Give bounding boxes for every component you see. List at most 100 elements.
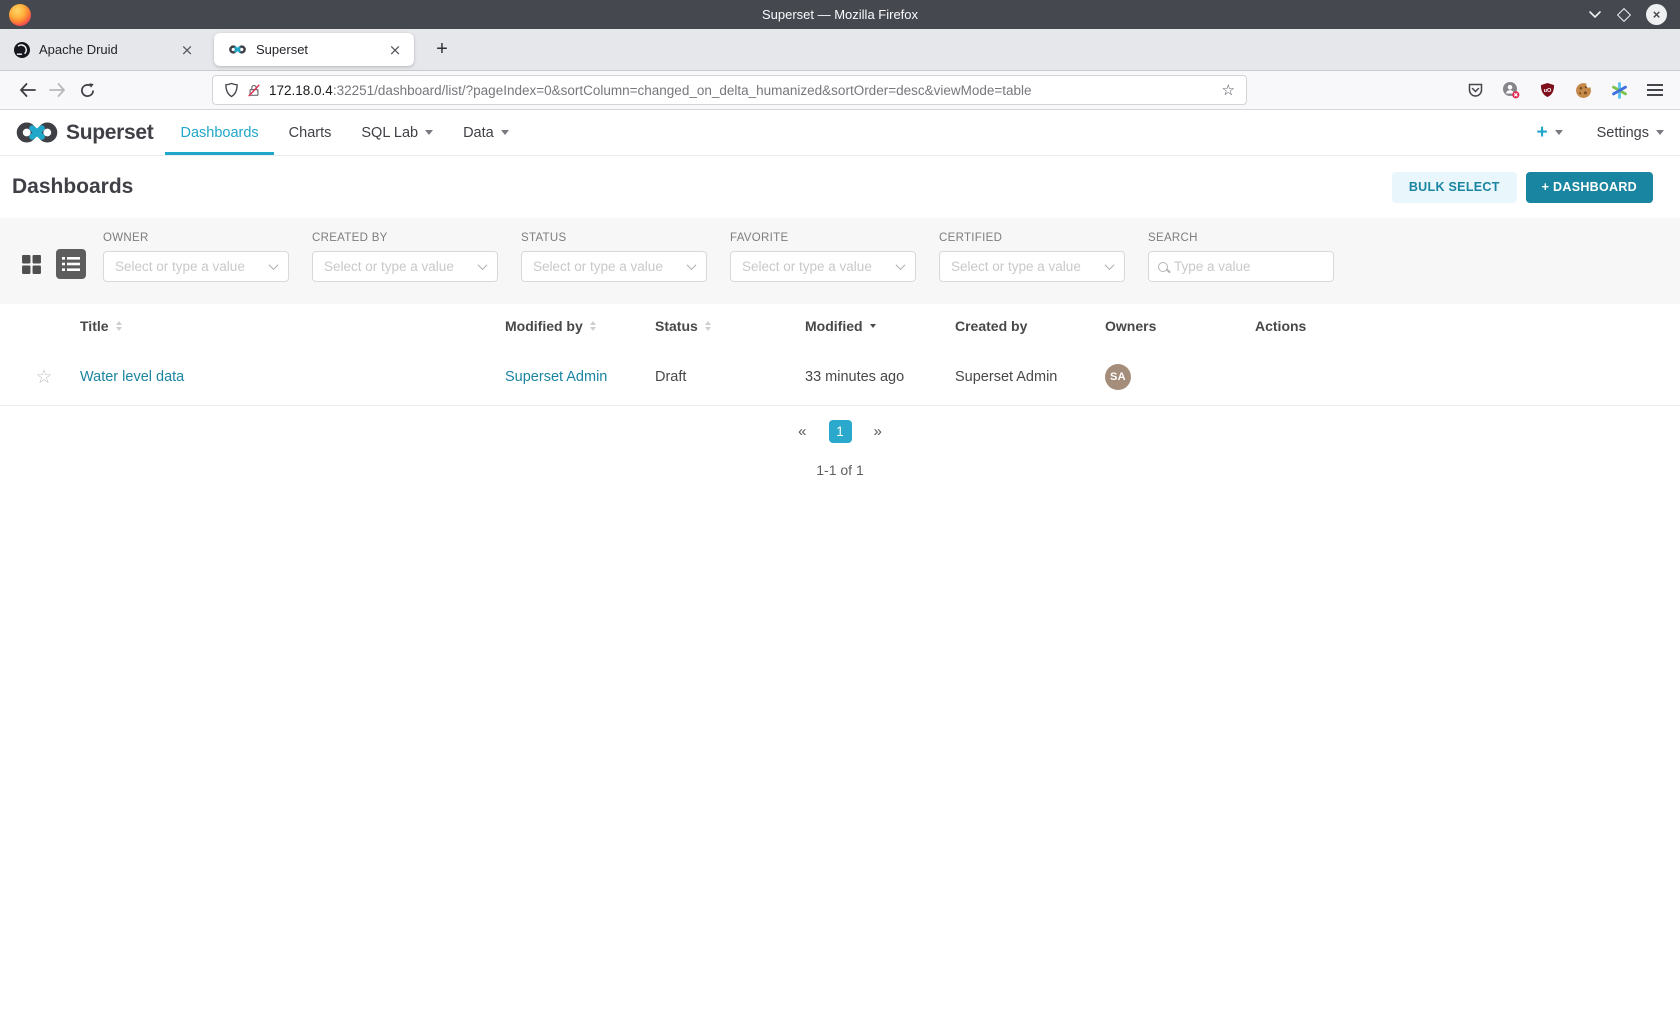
chevron-down-icon [687, 260, 697, 270]
tab-superset[interactable]: Superset × [214, 33, 414, 66]
modified-by-link[interactable]: Superset Admin [505, 369, 607, 385]
reload-button[interactable] [72, 75, 102, 105]
sort-icons[interactable] [705, 321, 711, 331]
column-header-actions: Actions [1247, 318, 1664, 334]
chevron-down-icon [1656, 130, 1664, 135]
certified-select[interactable]: Select or type a value [939, 251, 1125, 282]
pagination-prev-button[interactable]: « [798, 423, 806, 440]
bulk-select-button[interactable]: BULK SELECT [1392, 172, 1517, 203]
back-button[interactable] [12, 75, 42, 105]
sort-desc-icon[interactable] [870, 324, 876, 328]
url-bar[interactable]: 172.18.0.4 :32251/dashboard/list/?pageIn… [212, 75, 1247, 105]
window-title: Superset — Mozilla Firefox [0, 7, 1680, 22]
table-header-row: Title Modified by Status Modified Create… [0, 304, 1680, 348]
cell-created-by: Superset Admin [947, 369, 1097, 385]
superset-header: Superset Dashboards Charts SQL Lab Data … [0, 110, 1680, 156]
cell-owners: SA [1097, 364, 1247, 390]
filter-status: STATUS Select or type a value [521, 232, 707, 304]
ublock-origin-icon[interactable]: uO [1536, 79, 1558, 101]
superset-favicon-icon [228, 44, 247, 55]
browser-toolbar: 172.18.0.4 :32251/dashboard/list/?pageIn… [0, 71, 1680, 110]
new-item-menu[interactable]: + [1536, 122, 1562, 144]
column-header-status[interactable]: Status [647, 318, 797, 334]
filter-favorite: FAVORITE Select or type a value [730, 232, 916, 304]
insecure-lock-icon[interactable] [247, 83, 261, 98]
card-view-toggle[interactable] [16, 249, 46, 279]
column-header-title[interactable]: Title [72, 318, 497, 334]
tracking-shield-icon[interactable] [224, 82, 239, 98]
cell-title: Water level data [72, 369, 497, 385]
nav-item-data[interactable]: Data [448, 110, 524, 155]
forward-button[interactable] [42, 75, 72, 105]
filter-created-by: CREATED BY Select or type a value [312, 232, 498, 304]
nav-item-sql-lab[interactable]: SQL Lab [346, 110, 448, 155]
search-input[interactable] [1174, 259, 1324, 274]
list-icon [62, 256, 80, 272]
tab-close-icon[interactable]: × [385, 40, 405, 60]
add-dashboard-button[interactable]: + DASHBOARD [1526, 172, 1653, 203]
dashboards-table: Title Modified by Status Modified Create… [0, 304, 1680, 406]
druid-favicon-icon [14, 42, 30, 58]
main-navigation: Dashboards Charts SQL Lab Data [165, 110, 523, 155]
cell-modified: 33 minutes ago [797, 369, 947, 385]
pagination-page-1[interactable]: 1 [829, 420, 852, 443]
nav-item-charts[interactable]: Charts [274, 110, 347, 155]
url-path: :32251/dashboard/list/?pageIndex=0&sortC… [333, 83, 1214, 98]
favorite-select[interactable]: Select or type a value [730, 251, 916, 282]
created-by-select[interactable]: Select or type a value [312, 251, 498, 282]
chevron-down-icon [478, 260, 488, 270]
svg-text:uO: uO [1543, 88, 1551, 94]
dashboard-link[interactable]: Water level data [80, 369, 184, 385]
pagination: « 1 » [0, 420, 1680, 443]
chevron-down-icon [501, 130, 509, 135]
search-icon [1158, 262, 1168, 272]
cookie-extension-icon[interactable] [1572, 79, 1594, 101]
superset-logo[interactable]: Superset [14, 120, 153, 145]
chevron-down-icon [896, 260, 906, 270]
owner-select[interactable]: Select or type a value [103, 251, 289, 282]
filter-search: SEARCH [1148, 232, 1334, 304]
column-header-modified[interactable]: Modified [797, 318, 947, 334]
column-header-modified-by[interactable]: Modified by [497, 318, 647, 334]
window-maximize-button[interactable] [1617, 7, 1631, 21]
window-close-button[interactable]: × [1646, 4, 1667, 25]
browser-tab-bar: Apache Druid × Superset × + [0, 29, 1680, 71]
cell-status: Draft [647, 369, 797, 385]
status-select[interactable]: Select or type a value [521, 251, 707, 282]
grid-icon [21, 254, 42, 275]
chevron-down-icon [425, 130, 433, 135]
table-row: ☆ Water level data Superset Admin Draft … [0, 348, 1680, 406]
extension-asterisk-icon[interactable] [1608, 79, 1630, 101]
bookmark-star-icon[interactable]: ☆ [1222, 81, 1235, 99]
menu-hamburger-icon[interactable] [1644, 79, 1666, 101]
filter-bar: OWNER Select or type a value CREATED BY … [0, 218, 1680, 304]
list-view-toggle[interactable] [56, 249, 86, 279]
settings-menu[interactable]: Settings [1597, 125, 1664, 141]
window-minimize-button[interactable] [1588, 6, 1602, 24]
chevron-down-icon [1105, 260, 1115, 270]
filter-owner: OWNER Select or type a value [103, 232, 289, 304]
column-header-owners: Owners [1097, 318, 1247, 334]
chevron-down-icon [269, 260, 279, 270]
browser-titlebar: Superset — Mozilla Firefox × [0, 0, 1680, 29]
containers-extension-icon[interactable] [1500, 79, 1522, 101]
page-header: Dashboards BULK SELECT + DASHBOARD [0, 156, 1680, 218]
brand-name: Superset [66, 121, 153, 145]
pagination-summary: 1-1 of 1 [0, 462, 1680, 478]
owner-avatar: SA [1105, 364, 1131, 390]
sort-icons[interactable] [590, 321, 596, 331]
sort-icons[interactable] [116, 321, 122, 331]
nav-item-dashboards[interactable]: Dashboards [165, 110, 273, 155]
pagination-next-button[interactable]: » [874, 423, 882, 440]
tab-apache-druid[interactable]: Apache Druid × [0, 29, 206, 70]
chevron-down-icon [1555, 130, 1563, 135]
tab-close-icon[interactable]: × [177, 40, 197, 60]
pocket-icon[interactable] [1464, 79, 1486, 101]
tab-label: Apache Druid [39, 42, 118, 57]
new-tab-button[interactable]: + [427, 35, 457, 65]
tab-label: Superset [256, 42, 308, 57]
superset-infinity-icon [14, 120, 60, 145]
url-host: 172.18.0.4 [269, 83, 333, 98]
column-header-created-by: Created by [947, 318, 1097, 334]
favorite-star-icon[interactable]: ☆ [16, 366, 72, 388]
